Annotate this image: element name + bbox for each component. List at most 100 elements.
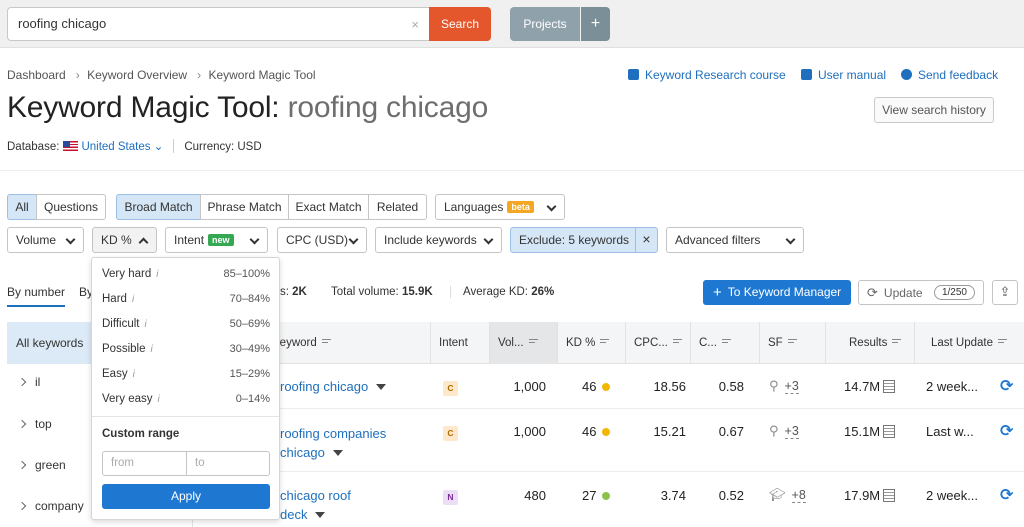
kd-option-very-easy[interactable]: Very easy i 0–14% bbox=[102, 393, 270, 405]
chevron-down-icon[interactable] bbox=[376, 384, 387, 390]
column-competition[interactable]: C... bbox=[690, 322, 759, 364]
page-title: Keyword Magic Tool: roofing chicago bbox=[7, 91, 488, 125]
info-icon[interactable]: i bbox=[145, 319, 147, 330]
refresh-icon: ⟳ bbox=[867, 285, 878, 300]
update-button[interactable]: ⟳ Update 1/250 bbox=[858, 280, 984, 305]
keywords-count-label: s: bbox=[280, 286, 289, 298]
feedback-link-label: Send feedback bbox=[918, 68, 999, 82]
tab-broad-match[interactable]: Broad Match bbox=[116, 194, 201, 220]
apply-button[interactable]: Apply bbox=[102, 484, 270, 509]
kd-option-hard[interactable]: Hard i 70–84% bbox=[102, 293, 270, 305]
view-search-history-button[interactable]: View search history bbox=[874, 97, 994, 123]
keyword-cell[interactable]: chicago roof deck bbox=[280, 486, 380, 524]
refresh-icon[interactable]: ⟳ bbox=[1000, 485, 1013, 505]
intent-filter[interactable]: Intent new bbox=[165, 227, 268, 253]
kd-from-input[interactable]: from bbox=[102, 451, 187, 476]
kd-option-difficult[interactable]: Difficult i 50–69% bbox=[102, 318, 270, 330]
chevron-down-icon[interactable] bbox=[315, 512, 326, 518]
sf-cell[interactable]: ⚲ +3 bbox=[769, 423, 799, 439]
average-kd-label: Average KD: bbox=[463, 286, 528, 298]
column-kd[interactable]: KD % bbox=[557, 322, 625, 364]
add-project-button[interactable]: + bbox=[581, 7, 610, 41]
projects-button[interactable]: Projects bbox=[510, 7, 580, 41]
last-update-cell: 2 week... bbox=[926, 488, 979, 503]
kd-option-easy[interactable]: Easy i 15–29% bbox=[102, 368, 270, 380]
competition-cell: 0.67 bbox=[718, 424, 744, 439]
info-icon[interactable]: i bbox=[150, 344, 152, 355]
breadcrumb-keyword-overview[interactable]: Keyword Overview bbox=[87, 68, 187, 82]
column-serp-features[interactable]: SF bbox=[759, 322, 825, 364]
cpc-cell: 18.56 bbox=[653, 379, 686, 394]
location-pin-icon: ⚲ bbox=[769, 423, 779, 438]
manual-link[interactable]: User manual bbox=[801, 68, 886, 82]
average-kd-value: 26% bbox=[531, 286, 555, 298]
to-keyword-manager-button[interactable]: + To Keyword Manager bbox=[703, 280, 851, 305]
include-keywords-label: Include keywords bbox=[384, 233, 477, 247]
total-volume-label: Total volume: bbox=[331, 286, 399, 298]
volume-filter[interactable]: Volume bbox=[7, 227, 84, 253]
course-link[interactable]: Keyword Research course bbox=[628, 68, 786, 82]
column-results[interactable]: Results bbox=[825, 322, 914, 364]
chat-bubble-icon bbox=[901, 69, 912, 80]
database-line: Database: United States ⌄ Currency: USD bbox=[7, 139, 262, 153]
volume-filter-label: Volume bbox=[16, 233, 57, 247]
info-icon[interactable]: i bbox=[133, 369, 135, 380]
breadcrumb-dashboard[interactable]: Dashboard bbox=[7, 68, 66, 82]
kd-option-possible[interactable]: Possible i 30–49% bbox=[102, 343, 270, 355]
kd-option-label: Difficult bbox=[102, 318, 140, 330]
kd-to-input[interactable]: to bbox=[186, 451, 270, 476]
sf-count[interactable]: +8 bbox=[791, 488, 806, 503]
feedback-link[interactable]: Send feedback bbox=[901, 68, 998, 82]
close-icon[interactable]: × bbox=[635, 228, 657, 252]
kd-option-label: Possible bbox=[102, 343, 146, 355]
kd-option-range: 50–69% bbox=[229, 318, 270, 330]
tab-related[interactable]: Related bbox=[368, 194, 427, 220]
languages-dropdown[interactable]: Languages beta bbox=[435, 194, 565, 220]
search-button[interactable]: Search bbox=[429, 7, 491, 41]
divider bbox=[92, 416, 279, 417]
clear-icon[interactable]: × bbox=[411, 17, 419, 32]
tab-by-number[interactable]: By number bbox=[7, 285, 65, 299]
sf-count[interactable]: +3 bbox=[784, 424, 799, 439]
tab-all[interactable]: All bbox=[7, 194, 37, 220]
exclude-keywords-filter[interactable]: Exclude: 5 keywords × bbox=[510, 227, 658, 253]
kd-option-very-hard[interactable]: Very hard i 85–100% bbox=[102, 268, 270, 280]
chevron-down-icon[interactable] bbox=[332, 450, 343, 456]
sf-count[interactable]: +3 bbox=[784, 379, 799, 394]
column-last-update[interactable]: Last Update bbox=[914, 322, 1024, 364]
intent-cell: N bbox=[443, 488, 458, 505]
intent-cell: C bbox=[443, 424, 458, 441]
results-cell: 15.1M bbox=[844, 424, 896, 439]
refresh-icon[interactable]: ⟳ bbox=[1000, 376, 1013, 396]
serp-snapshot-icon[interactable] bbox=[883, 425, 896, 438]
refresh-icon[interactable]: ⟳ bbox=[1000, 421, 1013, 441]
keyword-cell[interactable]: roofing chicago bbox=[280, 379, 387, 394]
column-volume[interactable]: Vol... bbox=[489, 322, 557, 364]
serp-snapshot-icon[interactable] bbox=[883, 380, 896, 393]
kd-option-range: 30–49% bbox=[229, 343, 270, 355]
advanced-filters[interactable]: Advanced filters bbox=[666, 227, 804, 253]
kd-filter[interactable]: KD % bbox=[92, 227, 157, 253]
sf-cell[interactable]: 🎓︎ +8 bbox=[769, 487, 806, 503]
search-box[interactable]: × bbox=[7, 7, 429, 41]
graduation-cap-icon: 🎓︎ bbox=[769, 487, 786, 502]
us-flag-icon bbox=[63, 141, 79, 151]
tab-phrase-match[interactable]: Phrase Match bbox=[200, 194, 289, 220]
update-count-badge: 1/250 bbox=[933, 285, 975, 300]
export-button[interactable]: ⇪ bbox=[992, 280, 1018, 305]
cpc-filter[interactable]: CPC (USD) bbox=[277, 227, 367, 253]
serp-snapshot-icon[interactable] bbox=[883, 489, 896, 502]
sf-cell[interactable]: ⚲ +3 bbox=[769, 378, 799, 394]
tab-exact-match[interactable]: Exact Match bbox=[288, 194, 369, 220]
info-icon[interactable]: i bbox=[132, 294, 134, 305]
database-select[interactable]: United States ⌄ bbox=[81, 141, 163, 153]
keyword-cell[interactable]: roofing companies chicago bbox=[280, 424, 410, 462]
info-icon[interactable]: i bbox=[156, 269, 158, 280]
include-keywords-filter[interactable]: Include keywords bbox=[375, 227, 502, 253]
column-cpc[interactable]: CPC... bbox=[625, 322, 690, 364]
info-icon[interactable]: i bbox=[158, 394, 160, 405]
beta-badge: beta bbox=[507, 201, 534, 213]
keyword-link[interactable]: roofing chicago bbox=[280, 379, 368, 394]
search-input[interactable] bbox=[18, 16, 398, 31]
tab-questions[interactable]: Questions bbox=[36, 194, 106, 220]
